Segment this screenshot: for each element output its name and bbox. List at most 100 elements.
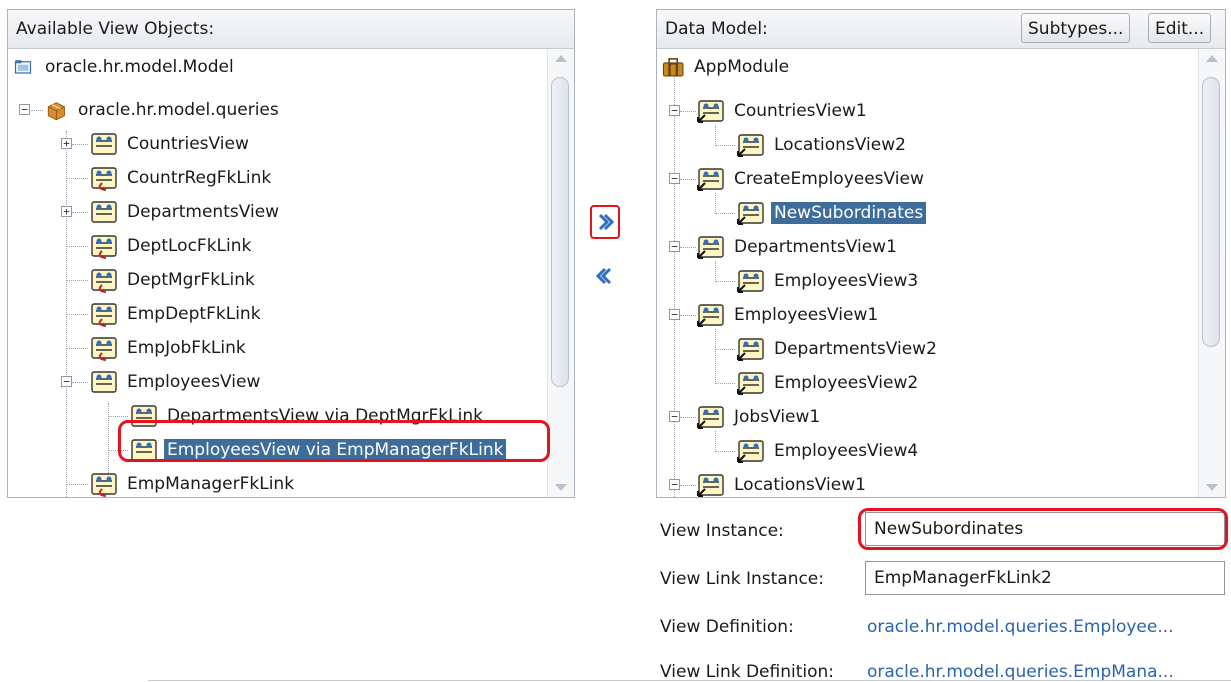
- collapse-toggle[interactable]: −: [669, 173, 680, 184]
- view-object-icon: [91, 371, 117, 393]
- tree-node-label: EmpDeptFkLink: [127, 304, 261, 324]
- tree-node-app-module[interactable]: AppModule: [661, 51, 792, 83]
- add-to-data-model-button[interactable]: [590, 205, 620, 239]
- scroll-down-arrow-icon[interactable]: [555, 484, 567, 491]
- tree-node-label: DepartmentsView2: [774, 339, 937, 359]
- scroll-down-arrow-icon[interactable]: [1206, 484, 1218, 491]
- tree-node-dept-loc-fk-link[interactable]: DeptLocFkLink: [88, 230, 254, 262]
- tree-node-label: EmployeesView: [127, 372, 261, 392]
- tree-node-label: CountriesView: [127, 134, 249, 154]
- data-model-title: Data Model:: [665, 19, 768, 39]
- scroll-up-arrow-icon[interactable]: [555, 55, 567, 62]
- tree-node-label: DepartmentsView1: [734, 237, 897, 257]
- remove-arrow-icon: [596, 267, 612, 285]
- tree-node-emp-job-fk-link[interactable]: EmpJobFkLink: [88, 332, 249, 364]
- tree-node-employees-view[interactable]: EmployeesView: [88, 366, 263, 398]
- view-link-instance-input[interactable]: EmpManagerFkLink2: [865, 561, 1225, 595]
- scroll-up-arrow-icon[interactable]: [1206, 55, 1218, 62]
- tree-node-queries-package[interactable]: oracle.hr.model.queries: [45, 94, 282, 126]
- tree-node-jobs-view1[interactable]: JobsView1: [695, 401, 823, 433]
- view-link-icon: [91, 337, 117, 361]
- collapse-toggle[interactable]: −: [669, 105, 680, 116]
- tree-node-locations-view1[interactable]: LocationsView1: [695, 469, 869, 497]
- view-instance-icon: [737, 372, 764, 395]
- tree-node-label: EmpManagerFkLink: [127, 474, 295, 494]
- edit-button[interactable]: Edit...: [1148, 13, 1212, 43]
- tree-node-model-folder[interactable]: oracle.hr.model.Model: [14, 51, 237, 83]
- tree-node-dept-mgr-fk-link[interactable]: DeptMgrFkLink: [88, 264, 258, 296]
- remove-from-data-model-button[interactable]: [591, 262, 619, 290]
- view-link-icon: [91, 269, 117, 293]
- tree-node-label: LocationsView1: [734, 475, 866, 495]
- tree-node-label: oracle.hr.model.Model: [45, 57, 234, 77]
- available-view-objects-title: Available View Objects:: [16, 19, 215, 39]
- tree-node-label: NewSubordinates: [771, 202, 927, 224]
- data-model-tree[interactable]: AppModule − CountriesView1 LocationsView…: [657, 49, 1197, 497]
- tree-node-label: CountriesView1: [734, 101, 867, 121]
- expand-toggle[interactable]: +: [61, 138, 72, 149]
- view-instance-icon: [697, 100, 724, 123]
- tree-node-departments-view[interactable]: DepartmentsView: [88, 196, 282, 228]
- tree-node-emp-manager-fk-link[interactable]: EmpManagerFkLink: [88, 468, 297, 497]
- data-model-header: Data Model: Subtypes... Edit...: [657, 10, 1225, 49]
- tree-node-departments-view1[interactable]: DepartmentsView1: [695, 231, 900, 263]
- tree-node-create-employees-view[interactable]: CreateEmployeesView: [695, 163, 927, 195]
- tree-node-label: EmployeesView4: [774, 441, 919, 461]
- folder-icon: [14, 60, 32, 74]
- tree-node-employees-view2[interactable]: EmployeesView2: [735, 367, 921, 399]
- collapse-toggle[interactable]: −: [61, 376, 72, 387]
- tree-node-label: EmployeesView3: [774, 271, 919, 291]
- tree-node-label: CreateEmployeesView: [734, 169, 924, 189]
- tree-node-countries-view[interactable]: CountriesView: [88, 128, 252, 160]
- collapse-toggle[interactable]: −: [669, 411, 680, 422]
- view-link-icon: [91, 167, 117, 191]
- tree-node-label: EmpJobFkLink: [127, 338, 246, 358]
- view-instance-value: NewSubordinates: [874, 519, 1024, 539]
- available-view-objects-tree[interactable]: oracle.hr.model.Model − oracle.hr.model.…: [8, 49, 546, 497]
- tree-node-departments-view2[interactable]: DepartmentsView2: [735, 333, 940, 365]
- tree-node-label: JobsView1: [734, 407, 821, 427]
- tree-node-label: AppModule: [694, 57, 790, 77]
- view-object-icon: [131, 439, 157, 461]
- tree-node-label: LocationsView2: [774, 135, 906, 155]
- tree-node-label: DeptLocFkLink: [127, 236, 252, 256]
- add-arrow-icon: [598, 213, 614, 231]
- tree-node-employees-view4[interactable]: EmployeesView4: [735, 435, 921, 467]
- tree-node-countries-view1[interactable]: CountriesView1: [695, 95, 870, 127]
- view-instance-icon: [737, 270, 764, 293]
- tree-node-employees-view3[interactable]: EmployeesView3: [735, 265, 921, 297]
- tree-node-employees-view1[interactable]: EmployeesView1: [695, 299, 881, 331]
- tree-node-locations-view2[interactable]: LocationsView2: [735, 129, 909, 161]
- tree-node-label: DepartmentsView: [127, 202, 280, 222]
- view-instance-icon: [697, 236, 724, 259]
- view-link-icon: [91, 473, 117, 497]
- data-model-panel: Data Model: Subtypes... Edit... AppModul…: [656, 9, 1226, 498]
- view-object-icon: [91, 201, 117, 223]
- expand-toggle[interactable]: +: [61, 206, 72, 217]
- scroll-thumb[interactable]: [1202, 77, 1220, 347]
- vertical-scrollbar[interactable]: [1198, 49, 1225, 497]
- view-link-definition-link[interactable]: oracle.hr.model.queries.EmpMana...: [867, 662, 1174, 682]
- collapse-toggle[interactable]: −: [669, 241, 680, 252]
- vertical-scrollbar[interactable]: [547, 49, 574, 497]
- tree-node-new-subordinates[interactable]: NewSubordinates: [735, 197, 927, 229]
- tree-node-label: DeptMgrFkLink: [127, 270, 255, 290]
- scroll-thumb[interactable]: [551, 77, 569, 387]
- tree-node-countr-reg-fk-link[interactable]: CountrRegFkLink: [88, 162, 274, 194]
- tree-node-label: EmployeesView1: [734, 305, 879, 325]
- tree-node-departments-view-via-deptmgr[interactable]: DepartmentsView via DeptMgrFkLink: [128, 400, 486, 432]
- collapse-toggle[interactable]: −: [19, 104, 30, 115]
- subtypes-button[interactable]: Subtypes...: [1021, 13, 1131, 43]
- available-view-objects-panel: Available View Objects: oracle.hr.model.…: [7, 9, 575, 498]
- view-instance-icon: [737, 202, 764, 225]
- collapse-toggle[interactable]: −: [669, 309, 680, 320]
- tree-node-label: oracle.hr.model.queries: [78, 100, 279, 120]
- view-instance-icon: [737, 440, 764, 463]
- tree-node-emp-dept-fk-link[interactable]: EmpDeptFkLink: [88, 298, 264, 330]
- application-module-icon: [662, 58, 684, 77]
- collapse-toggle[interactable]: −: [669, 479, 680, 490]
- tree-node-employees-view-via-empmanager[interactable]: EmployeesView via EmpManagerFkLink: [128, 434, 507, 466]
- view-instance-input[interactable]: NewSubordinates: [865, 512, 1225, 546]
- view-definition-link[interactable]: oracle.hr.model.queries.Employee...: [867, 617, 1174, 637]
- view-link-icon: [91, 303, 117, 327]
